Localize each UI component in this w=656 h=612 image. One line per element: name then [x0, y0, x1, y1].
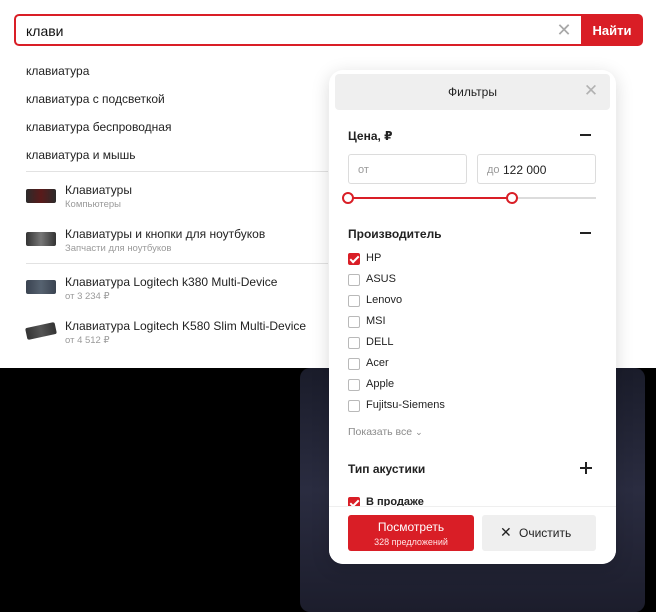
clear-search-icon[interactable]: ✕	[555, 21, 573, 39]
view-results-button[interactable]: Посмотреть 328 предложений	[348, 515, 474, 551]
collapse-icon[interactable]	[580, 232, 591, 234]
manufacturer-label: MSI	[366, 315, 386, 327]
show-all-link[interactable]: Показать все ⌄	[348, 426, 423, 438]
price-slider[interactable]	[342, 192, 596, 204]
manufacturer-checkbox[interactable]	[348, 274, 360, 286]
view-button-count: 328 предложений	[374, 537, 448, 547]
category-subtitle: Компьютеры	[65, 199, 121, 210]
collapse-icon[interactable]	[580, 134, 591, 136]
price-to-prefix: до	[487, 164, 500, 176]
keyboard-thumbnail	[26, 232, 56, 246]
keyboard-thumbnail	[26, 280, 56, 294]
manufacturer-checkbox[interactable]	[348, 358, 360, 370]
product-price: от 3 234 ₽	[65, 291, 110, 302]
search-button[interactable]: Найти	[581, 14, 643, 46]
slider-handle-min[interactable]	[342, 192, 354, 204]
search-box[interactable]: ✕	[14, 14, 581, 46]
price-to-value: 122 000	[503, 163, 547, 177]
slider-handle-max[interactable]	[505, 192, 518, 204]
manufacturer-label: ASUS	[366, 273, 396, 285]
manufacturer-checkbox[interactable]	[348, 379, 360, 391]
chevron-down-icon: ⌄	[415, 427, 423, 437]
search-input[interactable]	[26, 21, 546, 41]
manufacturer-label: HP	[366, 252, 382, 264]
manufacturer-label: Lenovo	[366, 294, 403, 306]
manufacturer-label: DELL	[366, 336, 394, 348]
view-button-title: Посмотреть	[377, 520, 445, 534]
category-title: Клавиатуры и кнопки для ноутбуков	[65, 227, 266, 241]
product-price: от 4 512 ₽	[65, 335, 110, 346]
filters-modal: Фильтры ✕ Цена, ₽ от до 122 000 Производ…	[329, 70, 616, 564]
suggestion-item[interactable]: клавиатура и мышь	[26, 148, 136, 162]
manufacturer-checkbox[interactable]	[348, 400, 360, 412]
acoustics-section-title: Тип акустики	[348, 462, 426, 476]
keyboard-thumbnail	[25, 322, 57, 340]
keyboard-thumbnail	[26, 189, 56, 203]
price-to-field[interactable]: до 122 000	[477, 154, 596, 184]
price-slider-fill	[348, 197, 512, 199]
price-section-title: Цена, ₽	[348, 129, 393, 143]
modal-header: Фильтры ✕	[335, 74, 610, 110]
manufacturer-checkbox[interactable]	[348, 295, 360, 307]
close-icon[interactable]: ✕	[582, 82, 600, 100]
modal-title: Фильтры	[448, 85, 497, 99]
suggestion-item[interactable]: клавиатура беспроводная	[26, 120, 171, 134]
manufacturer-checkbox[interactable]	[348, 337, 360, 349]
manufacturer-label: Fujitsu-Siemens	[366, 399, 445, 411]
expand-icon[interactable]	[580, 462, 592, 474]
manufacturer-checkbox[interactable]	[348, 316, 360, 328]
filters-footer: Посмотреть 328 предложений ✕ Очистить	[329, 506, 616, 564]
price-from-field[interactable]: от	[348, 154, 467, 184]
clear-filters-button[interactable]: ✕ Очистить	[482, 515, 596, 551]
clear-button-label: Очистить	[519, 526, 572, 540]
category-subtitle: Запчасти для ноутбуков	[65, 243, 172, 254]
show-all-label: Показать все	[348, 426, 413, 438]
manufacturer-checkbox[interactable]	[348, 253, 360, 265]
price-from-placeholder: от	[358, 164, 369, 176]
product-title: Клавиатура Logitech K580 Slim Multi-Devi…	[65, 319, 307, 333]
suggestion-item[interactable]: клавиатура	[26, 64, 89, 78]
category-title: Клавиатуры	[65, 183, 132, 197]
manufacturer-section-title: Производитель	[348, 227, 442, 241]
suggestion-item[interactable]: клавиатура с подсветкой	[26, 92, 165, 106]
manufacturer-label: Acer	[366, 357, 389, 369]
product-title: Клавиатура Logitech k380 Multi-Device	[65, 275, 278, 289]
close-icon: ✕	[500, 524, 512, 540]
manufacturer-label: Apple	[366, 378, 395, 390]
divider	[26, 263, 328, 264]
divider	[26, 171, 328, 172]
